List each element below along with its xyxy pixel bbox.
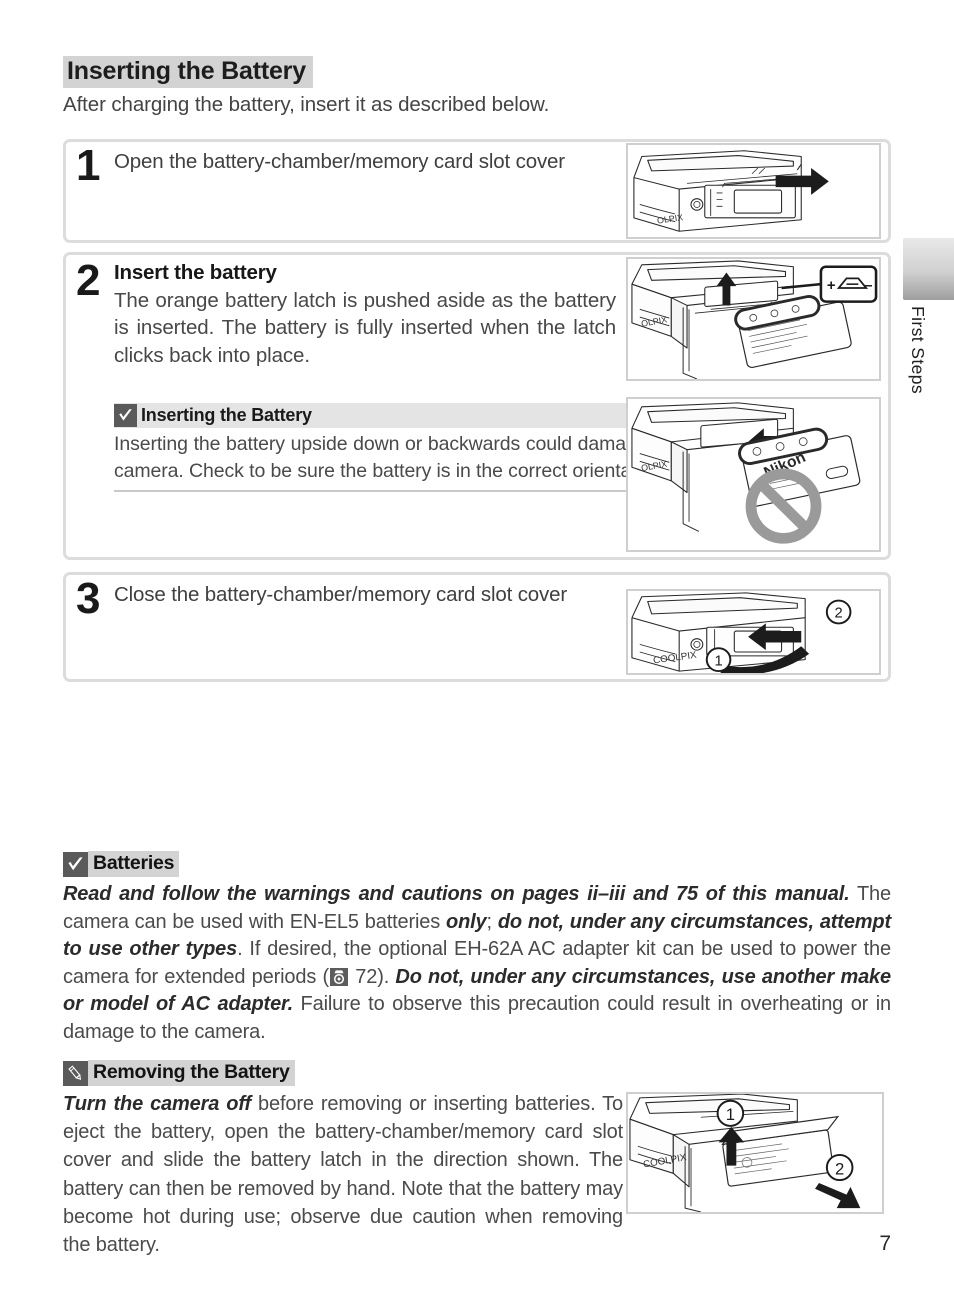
svg-text:–: – bbox=[864, 278, 872, 294]
marker-2: 2 bbox=[825, 599, 852, 625]
side-tab-block bbox=[903, 238, 954, 300]
svg-text:1: 1 bbox=[726, 1105, 735, 1124]
emphasis-text: only bbox=[446, 910, 487, 933]
body-text: ; bbox=[486, 910, 498, 933]
note-removing-body: Turn the camera off before removing or i… bbox=[63, 1090, 623, 1259]
svg-text:COOLPIX: COOLPIX bbox=[652, 650, 697, 667]
note-removing-title: Removing the Battery bbox=[88, 1060, 295, 1086]
illustration-close-cover: COOLPIX 1 2 bbox=[626, 589, 881, 675]
note-removing-battery: Removing the Battery Turn the camera off… bbox=[63, 1060, 623, 1259]
pencil-icon bbox=[63, 1060, 88, 1086]
inline-note-text: Inserting the battery upside down or bac… bbox=[114, 433, 680, 482]
body-text: 72). bbox=[348, 965, 396, 988]
inline-note-title: Inserting the Battery bbox=[141, 405, 312, 425]
checkmark-icon bbox=[63, 851, 88, 877]
page-title: Inserting the Battery bbox=[63, 56, 313, 88]
step-title-2: Insert the battery bbox=[114, 261, 277, 284]
inline-caution-note: Inserting the Battery Inserting the batt… bbox=[114, 403, 680, 493]
marker-1: 1 bbox=[716, 1099, 745, 1127]
body-text: before removing or inserting batteries. … bbox=[63, 1093, 623, 1256]
checkmark-icon bbox=[114, 404, 137, 427]
emphasis-text: Turn the camera off bbox=[63, 1093, 251, 1115]
marker-2: 2 bbox=[825, 1153, 854, 1182]
note-removing-header: Removing the Battery bbox=[63, 1060, 623, 1086]
step-number-3: 3 bbox=[76, 574, 101, 623]
arrow-down-right-icon bbox=[815, 1182, 861, 1209]
svg-text:2: 2 bbox=[835, 1159, 844, 1178]
marker-1: 1 bbox=[705, 647, 732, 673]
section-header: Inserting the Battery After charging the… bbox=[63, 56, 883, 117]
svg-text:2: 2 bbox=[835, 606, 843, 622]
illustration-wrong-orientation: Nikon OLPIX bbox=[626, 397, 881, 552]
svg-text:1: 1 bbox=[714, 654, 722, 670]
note-batteries-title: Batteries bbox=[88, 851, 180, 877]
step-number-2: 2 bbox=[76, 256, 101, 305]
svg-text:+: + bbox=[827, 278, 836, 294]
step-text-3: Close the battery-chamber/memory card sl… bbox=[114, 583, 568, 606]
illustration-insert-battery: + – OLPIX bbox=[626, 257, 881, 381]
page-reference-icon bbox=[329, 967, 348, 986]
emphasis-text: Read and follow the warnings and caution… bbox=[63, 883, 850, 905]
note-batteries: Batteries Read and follow the warnings a… bbox=[63, 851, 891, 1047]
page-number: 7 bbox=[879, 1232, 891, 1255]
note-batteries-body: Read and follow the warnings and caution… bbox=[63, 881, 891, 1047]
inline-note-divider bbox=[114, 490, 680, 493]
side-tab-label: First Steps bbox=[908, 306, 928, 395]
inline-note-banner: Inserting the Battery bbox=[114, 403, 680, 428]
polarity-callout: + – bbox=[781, 265, 878, 303]
step-text-2: The orange battery latch is pushed aside… bbox=[114, 288, 616, 367]
manual-page: Inserting the Battery After charging the… bbox=[0, 0, 954, 1314]
section-intro: After charging the battery, insert it as… bbox=[63, 92, 550, 116]
illustration-remove-battery: 1 2 COOLPIX bbox=[626, 1092, 884, 1214]
step-text-1: Open the battery-chamber/memory card slo… bbox=[114, 150, 565, 173]
note-batteries-header: Batteries bbox=[63, 851, 891, 877]
step-number-1: 1 bbox=[76, 141, 101, 190]
illustration-open-cover: OLPIX bbox=[626, 143, 881, 239]
